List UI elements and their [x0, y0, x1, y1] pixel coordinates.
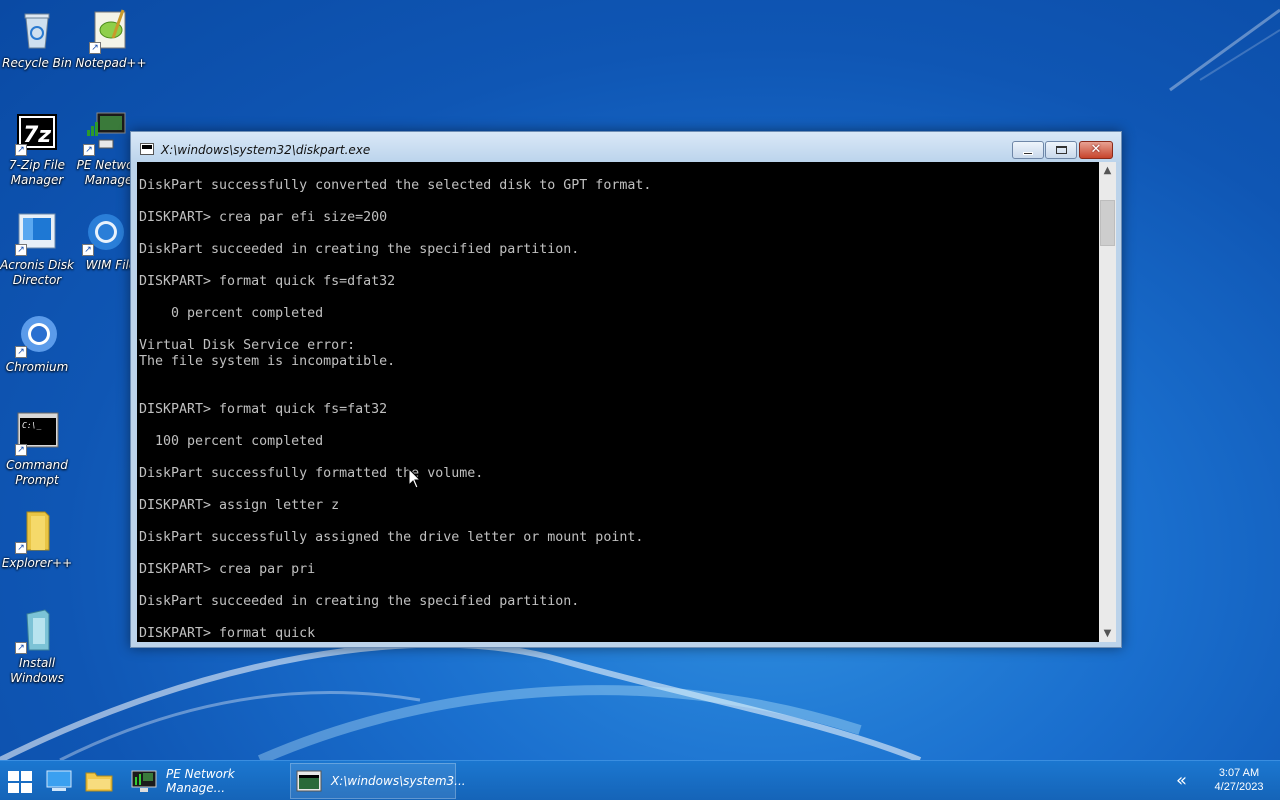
console-line: 0 percent completed: [139, 306, 324, 321]
start-button[interactable]: [6, 769, 34, 793]
network-manager-icon: [130, 769, 158, 793]
console-line: DiskPart successfully converted the sele…: [139, 178, 652, 193]
desktop-icon-acronis[interactable]: ↗ Acronis Disk Director: [0, 210, 74, 288]
desktop-icon-label: Chromium: [5, 360, 69, 374]
minimize-icon: [1023, 151, 1033, 155]
scrollbar-thumb[interactable]: [1100, 200, 1115, 246]
scroll-down-icon[interactable]: ▼: [1099, 625, 1116, 642]
clock-time: 3:07 AM: [1218, 767, 1260, 779]
desktop-icon-wim-file[interactable]: ↗ WIM File: [74, 210, 134, 273]
chromium-icon: ↗: [15, 312, 59, 358]
desktop-icon-label: 7-Zip File Manager: [9, 158, 65, 187]
console-line: DISKPART> format quick fs=fat32: [139, 402, 388, 417]
recycle-bin-icon: [15, 8, 59, 52]
console-line: DiskPart successfully formatted the volu…: [139, 466, 484, 481]
desktop-icon-recycle-bin[interactable]: Recycle Bin: [0, 8, 74, 71]
console-line: The file system is incompatible.: [139, 354, 396, 369]
wim-icon: ↗: [82, 210, 126, 256]
shortcut-arrow-icon: ↗: [15, 144, 27, 156]
desktop-icon-label: Notepad++: [75, 56, 147, 70]
shortcut-arrow-icon: ↗: [15, 444, 27, 456]
notepad-plus-plus-icon: ↗: [89, 8, 133, 54]
folder-icon: [85, 772, 113, 792]
taskbar-item-pe-network-manager[interactable]: PE Network Manage...: [126, 763, 286, 799]
shortcut-arrow-icon: ↗: [89, 42, 101, 54]
console-line: DISKPART> format quick fs=dfat32: [139, 274, 396, 289]
taskbar-item-label: PE Network Manage...: [166, 767, 235, 795]
shortcut-arrow-icon: ↗: [15, 642, 27, 654]
desktop-icon-notepad-plus-plus[interactable]: ↗ Notepad++: [74, 8, 148, 71]
clock-date: 4/27/2023: [1214, 781, 1264, 793]
network-manager-icon: ↗: [83, 110, 127, 156]
maximize-button[interactable]: [1045, 141, 1077, 159]
taskbar-item-diskpart[interactable]: X:\windows\system3...: [290, 763, 466, 799]
window-title: X:\windows\system32\diskpart.exe: [161, 143, 371, 157]
shortcut-arrow-icon: ↗: [15, 244, 27, 256]
desktop-icon-label: Install Windows: [10, 656, 64, 685]
desktop-icon-label: PE Network Manager: [76, 158, 136, 187]
console-line: DiskPart succeeded in creating the speci…: [139, 242, 580, 257]
install-windows-icon: ↗: [15, 608, 59, 654]
desktop-icon-chromium[interactable]: ↗ Chromium: [0, 312, 74, 375]
console-line: DISKPART> crea par efi size=200: [139, 210, 388, 225]
desktop-icon-label: Command Prompt: [6, 458, 68, 487]
svg-text:7z: 7z: [23, 123, 51, 148]
desktop-icon-label: Acronis Disk Director: [0, 258, 74, 287]
vertical-scrollbar[interactable]: ▲ ▼: [1099, 162, 1116, 642]
system-clock[interactable]: 3:07 AM 4/27/2023: [1204, 766, 1274, 794]
close-icon: ✕: [1090, 142, 1102, 157]
console-line: DiskPart successfully assigned the drive…: [139, 530, 644, 545]
console-line: Virtual Disk Service error:: [139, 338, 356, 353]
monitor-icon: [46, 770, 72, 791]
quicklaunch-desktop[interactable]: [44, 767, 74, 795]
minimize-button[interactable]: [1012, 141, 1044, 159]
command-prompt-icon: C:\_ ↗: [15, 410, 59, 456]
shortcut-arrow-icon: ↗: [82, 244, 94, 256]
maximize-icon: [1055, 146, 1067, 154]
svg-text:C:\_: C:\_: [22, 421, 41, 430]
desktop-icon-label: Explorer++: [1, 556, 73, 570]
quicklaunch-explorer[interactable]: [84, 767, 114, 795]
taskbar: PE Network Manage... X:\windows\system3.…: [0, 760, 1280, 800]
acronis-icon: ↗: [15, 210, 59, 256]
console-line: DISKPART> crea par pri: [139, 562, 316, 577]
shortcut-arrow-icon: ↗: [15, 542, 27, 554]
desktop-icon-install-windows[interactable]: ↗ Install Windows: [0, 608, 74, 686]
console-line: DISKPART> assign letter z: [139, 498, 340, 513]
desktop-icon-command-prompt[interactable]: C:\_ ↗ Command Prompt: [0, 410, 74, 488]
console-line: 100 percent completed: [139, 434, 324, 449]
scroll-up-icon[interactable]: ▲: [1099, 162, 1116, 179]
desktop-icon-label: Recycle Bin: [2, 56, 72, 70]
window-titlebar[interactable]: X:\windows\system32\diskpart.exe ✕: [131, 132, 1121, 162]
desktop-icon-label: WIM File: [85, 258, 134, 272]
shortcut-arrow-icon: ↗: [83, 144, 95, 156]
close-button[interactable]: ✕: [1079, 141, 1113, 159]
desktop-icon-pe-network-manager[interactable]: ↗ PE Network Manager: [74, 110, 136, 188]
console-icon: [140, 143, 154, 155]
desktop-icon-7zip[interactable]: 7z ↗ 7-Zip File Manager: [0, 110, 74, 188]
taskbar-item-label: X:\windows\system3...: [331, 774, 466, 788]
diskpart-window[interactable]: X:\windows\system32\diskpart.exe ✕ DiskP…: [130, 131, 1122, 648]
explorer-plus-plus-icon: ↗: [15, 508, 59, 554]
console-line: DISKPART> format quick: [139, 626, 316, 641]
seven-zip-icon: 7z ↗: [15, 110, 59, 156]
console-line: DiskPart succeeded in creating the speci…: [139, 594, 580, 609]
desktop-icon-explorer-plus-plus[interactable]: ↗ Explorer++: [0, 508, 74, 571]
console-icon: [295, 769, 323, 793]
show-hidden-icons-chevron-icon[interactable]: «: [1176, 770, 1187, 791]
console-output[interactable]: DiskPart successfully converted the sele…: [137, 162, 1099, 642]
shortcut-arrow-icon: ↗: [15, 346, 27, 358]
mouse-cursor-icon: [408, 468, 422, 489]
